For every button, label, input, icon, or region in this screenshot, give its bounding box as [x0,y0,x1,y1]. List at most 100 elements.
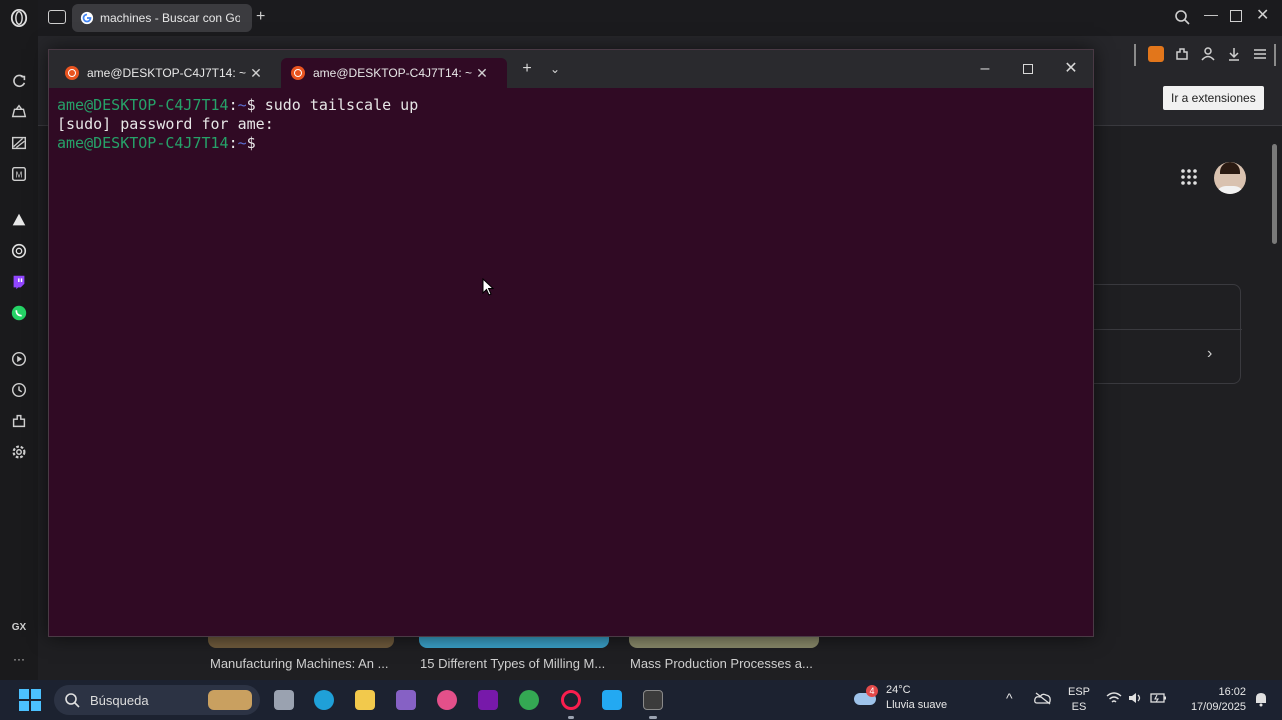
notification-bell-icon[interactable] [1254,691,1268,712]
search-icon [65,693,80,708]
player-icon[interactable] [9,349,29,369]
cloud-rain-icon: 4 [852,685,878,711]
terminal-line: [sudo] password for ame: [57,115,274,133]
terminal-taskbar-icon[interactable] [639,686,667,714]
file-explorer-icon[interactable] [351,686,379,714]
command-text: sudo tailscale up [264,96,419,114]
running-indicator [568,716,574,719]
taskbar: Búsqueda 4 24°C Lluvia suave ^ ESP ES 16… [0,680,1282,720]
metamask-icon[interactable] [1148,46,1164,62]
browser-tab-active[interactable]: machines - Buscar con Google [72,4,252,32]
opera-gx-label[interactable]: GX [0,622,38,633]
refresh-icon[interactable] [9,71,29,91]
clock-time[interactable]: 16:02 [1176,685,1246,700]
history-icon[interactable] [9,380,29,400]
extensions-tooltip: Ir a extensiones [1163,86,1264,110]
prompt-user: ame@DESKTOP-C4J7T14 [57,96,229,114]
terminal-minimize-button[interactable]: – [973,58,997,82]
sidebar-more-icon[interactable]: ··· [0,652,38,666]
weather-temp: 24°C [886,684,911,696]
avatar[interactable] [1214,162,1246,194]
terminal-titlebar[interactable]: ame@DESKTOP-C4J7T14: ~ ✕ ame@DESKTOP-C4J… [49,50,1093,88]
search-highlight-image [208,690,252,710]
browser-tab-title: machines - Buscar con Google [100,11,240,25]
new-tab-button[interactable]: + [256,8,265,26]
onedrive-offline-icon[interactable] [1034,691,1052,710]
onenote-icon[interactable] [474,686,502,714]
terminal-tab-1[interactable]: ame@DESKTOP-C4J7T14: ~ ✕ [55,58,281,88]
whatsapp-icon[interactable] [9,303,29,323]
m-app-icon[interactable]: M [9,164,29,184]
terminal-line: ame@DESKTOP-C4J7T14:~$ sudo tailscale up [57,96,418,115]
chevron-down-icon[interactable]: ⌄ [543,58,567,82]
browser-restore-button[interactable] [1230,10,1242,22]
account-icon[interactable] [1200,46,1216,67]
download-icon[interactable] [1226,46,1242,67]
result-caption-1[interactable]: Manufacturing Machines: An ... [210,656,388,671]
weather-widget[interactable]: 4 24°C Lluvia suave [852,683,947,713]
prompt-path: ~ [237,96,247,114]
toolbar-divider [1134,44,1136,66]
system-tray: ^ ESP ES 16:02 17/09/2025 [1000,680,1282,720]
ubuntu-icon [65,66,79,80]
result-caption-3[interactable]: Mass Production Processes a... [630,656,813,671]
result-card[interactable]: › [1078,284,1242,384]
chatgpt-icon[interactable] [9,241,29,261]
prompt-symbol: $ [246,134,265,152]
tab-close-icon[interactable]: ✕ [247,65,265,82]
scrollbar-thumb[interactable] [1272,144,1277,244]
google-apps-icon[interactable] [1180,168,1198,191]
battery-icon[interactable] [1150,691,1168,710]
terminal-close-button[interactable]: ✕ [1059,58,1083,82]
prompt-symbol: $ [246,96,265,114]
running-indicator [649,716,657,719]
terminal-window[interactable]: ame@DESKTOP-C4J7T14: ~ ✕ ame@DESKTOP-C4J… [48,49,1094,637]
windows-start-icon[interactable] [19,689,41,716]
search-label: Búsqueda [90,692,149,708]
ubuntu-icon [291,66,305,80]
browser-minimize-button[interactable]: — [1204,6,1218,22]
browser-close-button[interactable]: ✕ [1256,5,1269,25]
tab-islands-icon[interactable] [48,10,66,24]
twitch-icon[interactable] [9,272,29,292]
result-caption-2[interactable]: 15 Different Types of Milling M... [420,656,605,671]
terminal-tab-2[interactable]: ame@DESKTOP-C4J7T14: ~ ✕ [281,58,507,88]
task-view-icon[interactable] [270,686,298,714]
desktop: M GX ··· machines - Buscar con Go + — ✕ … [0,0,1282,720]
volume-icon[interactable] [1128,691,1144,710]
language-bottom[interactable]: ES [1066,700,1092,715]
search-tabs-icon[interactable] [1174,9,1190,30]
shopping-icon[interactable] [9,102,29,122]
prompt-path: ~ [237,134,247,152]
wifi-icon[interactable] [1106,691,1122,710]
opera-gx-taskbar-icon[interactable] [557,686,585,714]
extensions-icon[interactable] [9,411,29,431]
settings-icon[interactable] [9,442,29,462]
aria-icon[interactable] [9,210,29,230]
opera-logo-icon[interactable] [9,8,29,28]
gx-control-icon[interactable] [9,133,29,153]
clock-date[interactable]: 17/09/2025 [1176,700,1246,715]
taskbar-search[interactable]: Búsqueda [54,685,260,715]
weather-desc: Lluvia suave [886,699,948,711]
edge-icon[interactable] [310,686,338,714]
terminal-output[interactable]: ame@DESKTOP-C4J7T14:~$ sudo tailscale up… [57,96,418,153]
prompt-separator: : [228,134,238,152]
visual-studio-icon[interactable] [392,686,420,714]
chrome-icon[interactable] [515,686,543,714]
browser-tabstrip: machines - Buscar con Google + — ✕ [38,0,1282,36]
puzzle-icon[interactable] [1174,46,1190,67]
terminal-maximize-button[interactable] [1016,58,1040,82]
mouse-cursor-icon [482,277,495,301]
language-top[interactable]: ESP [1066,685,1092,700]
tab-close-icon[interactable]: ✕ [473,65,491,82]
chevron-right-icon[interactable]: › [1207,345,1212,363]
google-icon [80,11,94,25]
toolbar-divider-right [1274,44,1276,66]
new-terminal-tab-button[interactable]: + [515,58,539,82]
chevron-up-icon[interactable]: ^ [1006,690,1013,706]
vscode-icon[interactable] [598,686,626,714]
easy-setup-icon[interactable] [1252,46,1268,67]
paint-icon[interactable] [433,686,461,714]
prompt-separator: : [228,96,238,114]
